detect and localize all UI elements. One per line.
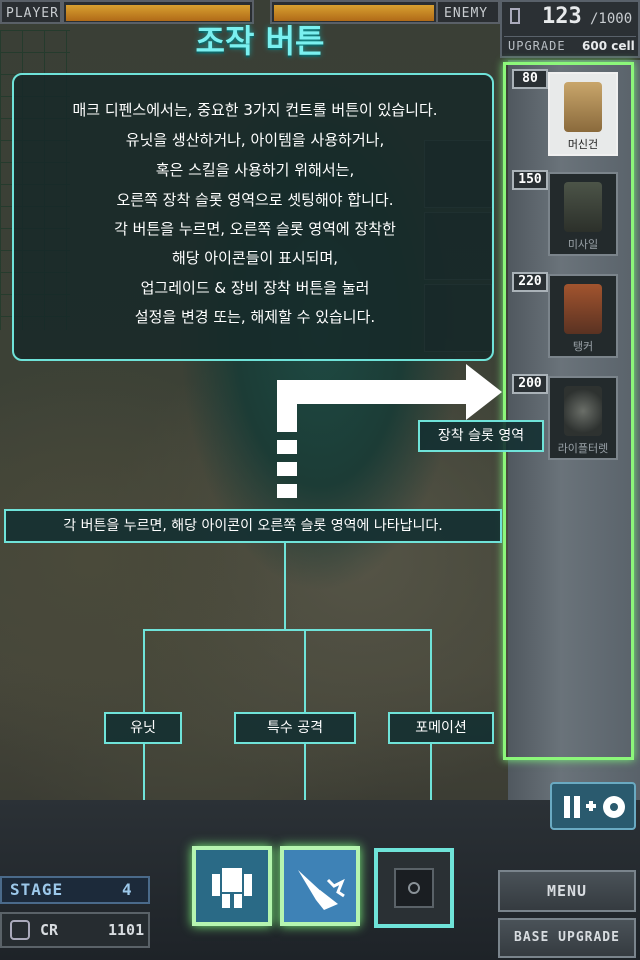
credit-panel: CR 1101: [0, 912, 150, 948]
wrench-gear-icon: [564, 796, 625, 818]
cell-panel: 123 /1000 UPGRADE 600 cell: [500, 0, 640, 58]
cell-max: /1000: [590, 11, 633, 27]
tutorial-line: 오른쪽 장착 슬롯 영역으로 셋팅해야 합니다.: [116, 191, 394, 209]
tutorial-line: 업그레이드 & 장비 장착 버튼을 눌러: [140, 279, 370, 297]
unit-button[interactable]: [192, 846, 272, 926]
stage-value: 4: [122, 880, 132, 899]
tutorial-line: 설정을 변경 또는, 해제할 수 있습니다.: [134, 308, 376, 326]
menu-label: MENU: [546, 882, 588, 900]
slot-area-caption: 장착 슬롯 영역: [418, 420, 544, 452]
tutorial-line: 매크 디펜스에서는, 중요한 3가지 컨트롤 버튼이 있습니다.: [72, 101, 438, 119]
tutorial-line: 유닛을 생산하거나, 아이템을 사용하거나,: [125, 131, 385, 149]
upgrade-cost: 600 cell: [582, 39, 635, 53]
tutorial-line: 혹은 스킬을 사용하기 위해서는,: [155, 161, 355, 179]
stage-panel: STAGE 4: [0, 876, 150, 904]
tutorial-panel: 매크 디펜스에서는, 중요한 3가지 컨트롤 버튼이 있습니다. 유닛을 생산하…: [12, 73, 494, 361]
cell-count: 123: [542, 4, 582, 29]
formation-icon: [394, 868, 434, 908]
slot-area-highlight: [503, 62, 634, 760]
tutorial-line: 각 버튼을 누르면, 오른쪽 슬롯 영역에 장착한: [114, 220, 396, 238]
equipment-settings-button[interactable]: [550, 782, 636, 830]
unit-caption: 유닛: [104, 712, 182, 744]
base-upgrade-button[interactable]: BASE UPGRADE: [498, 918, 636, 958]
base-upgrade-label: BASE UPGRADE: [514, 930, 620, 945]
credit-label: CR: [40, 921, 59, 939]
credit-value: 1101: [108, 921, 145, 939]
special-attack-caption: 특수 공격: [234, 712, 356, 744]
button-caption: 각 버튼을 누르면, 해당 아이콘이 오른쪽 슬롯 영역에 나타납니다.: [4, 509, 502, 543]
robot-unit-icon: [212, 868, 252, 908]
menu-button[interactable]: MENU: [498, 870, 636, 912]
stage-label: STAGE: [10, 880, 64, 899]
tutorial-line: 해당 아이콘들이 표시되며,: [171, 249, 339, 267]
formation-caption: 포메이션: [388, 712, 494, 744]
special-attack-button[interactable]: [280, 846, 360, 926]
formation-button[interactable]: [374, 848, 454, 928]
tutorial-title: 조작 버튼: [195, 22, 325, 60]
missile-strike-icon: [298, 870, 345, 910]
credit-icon: [10, 920, 30, 940]
